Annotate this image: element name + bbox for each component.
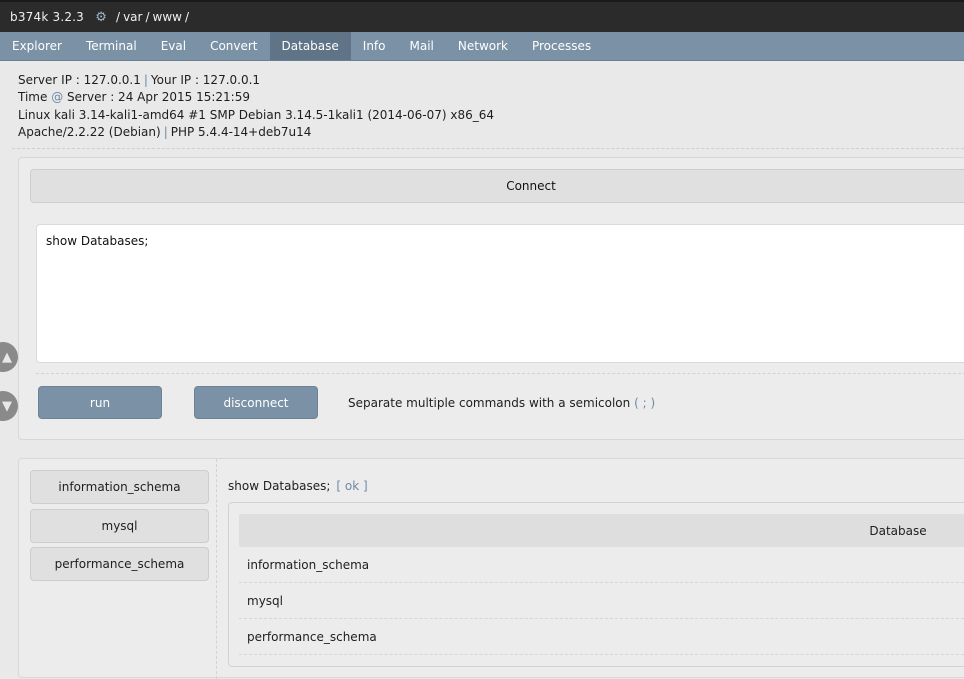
software-line: Apache/2.2.22 (Debian) | PHP 5.4.4-14+deb7… — [18, 124, 494, 141]
at-sign: @ — [51, 90, 64, 105]
connect-label: Connect — [506, 179, 556, 193]
gear-icon[interactable]: ⚙ — [93, 9, 109, 25]
menu-network[interactable]: Network — [446, 32, 520, 60]
arrow-up-icon[interactable]: ▲ — [0, 342, 18, 372]
menu-convert[interactable]: Convert — [198, 32, 269, 60]
table-row[interactable]: performance_schema — [239, 619, 964, 655]
column-header-database[interactable]: Database — [869, 524, 926, 538]
path-sep: / — [145, 10, 150, 24]
main-menu: Explorer Terminal Eval Convert Database … — [0, 32, 964, 61]
database-list: information_schema mysql performance_sch… — [19, 459, 217, 679]
hint-text: Separate multiple commands with a semico… — [348, 396, 655, 410]
database-item-mysql[interactable]: mysql — [30, 509, 209, 543]
menu-database[interactable]: Database — [269, 32, 351, 60]
connect-button[interactable]: Connect — [30, 169, 964, 203]
time-line: Time @ Server : 24 Apr 2015 15:21:59 — [18, 89, 494, 106]
arrow-down-icon[interactable]: ▼ — [0, 391, 18, 421]
results-panel: information_schema mysql performance_sch… — [18, 458, 964, 679]
run-button[interactable]: run — [38, 386, 162, 419]
hint-label: Separate multiple commands with a semico… — [348, 396, 631, 410]
menu-mail[interactable]: Mail — [398, 32, 446, 60]
result-heading: show Databases; [ ok ] — [228, 479, 368, 493]
result-table: Database information_schema mysql perfor… — [228, 502, 964, 667]
divider: | — [163, 124, 168, 139]
ip-line: Server IP : 127.0.0.1 | Your IP : 127.0.0.… — [18, 72, 494, 89]
executed-query: show Databases; — [228, 479, 331, 493]
your-ip: Your IP : 127.0.0.1 — [150, 73, 261, 87]
app-title: b374k 3.2.3 — [10, 10, 85, 24]
uname-line: Linux kali 3.14-kali1-amd64 #1 SMP Debia… — [18, 107, 495, 122]
table-header: Database — [239, 514, 964, 547]
menu-eval[interactable]: Eval — [149, 32, 198, 60]
query-textarea[interactable]: show Databases; — [36, 224, 964, 363]
database-item-performance-schema[interactable]: performance_schema — [30, 547, 209, 581]
menu-explorer[interactable]: Explorer — [0, 32, 74, 60]
divider — [12, 148, 964, 149]
table-row[interactable]: mysql — [239, 583, 964, 619]
time-label: Time — [18, 90, 48, 105]
current-path[interactable]: / var / www / — [116, 10, 189, 24]
path-segment-var[interactable]: var — [123, 10, 142, 24]
menu-info[interactable]: Info — [351, 32, 398, 60]
server-info: Server IP : 127.0.0.1 | Your IP : 127.0.0.… — [18, 72, 494, 141]
menu-processes[interactable]: Processes — [520, 32, 603, 60]
server-ip: Server IP : 127.0.0.1 — [18, 73, 141, 87]
divider: | — [143, 73, 148, 87]
path-sep: / — [184, 10, 190, 24]
table-row[interactable]: information_schema — [239, 547, 964, 583]
server-time: Server : 24 Apr 2015 15:21:59 — [67, 90, 250, 105]
hint-semicolon: ( ; ) — [634, 396, 656, 410]
menu-terminal[interactable]: Terminal — [74, 32, 149, 60]
apache-version: Apache/2.2.22 (Debian) — [18, 124, 161, 139]
path-root[interactable]: / — [116, 10, 120, 24]
query-panel: Connect show Databases; run disconnect S… — [18, 157, 964, 440]
path-segment-www[interactable]: www — [153, 10, 182, 24]
php-version: PHP 5.4.4-14+deb7u14 — [170, 124, 312, 139]
divider — [36, 373, 964, 374]
disconnect-button[interactable]: disconnect — [194, 386, 318, 419]
status-badge: [ ok ] — [336, 479, 368, 493]
database-item-information-schema[interactable]: information_schema — [30, 470, 209, 504]
title-bar: b374k 3.2.3 ⚙ / var / www / — [0, 0, 964, 32]
